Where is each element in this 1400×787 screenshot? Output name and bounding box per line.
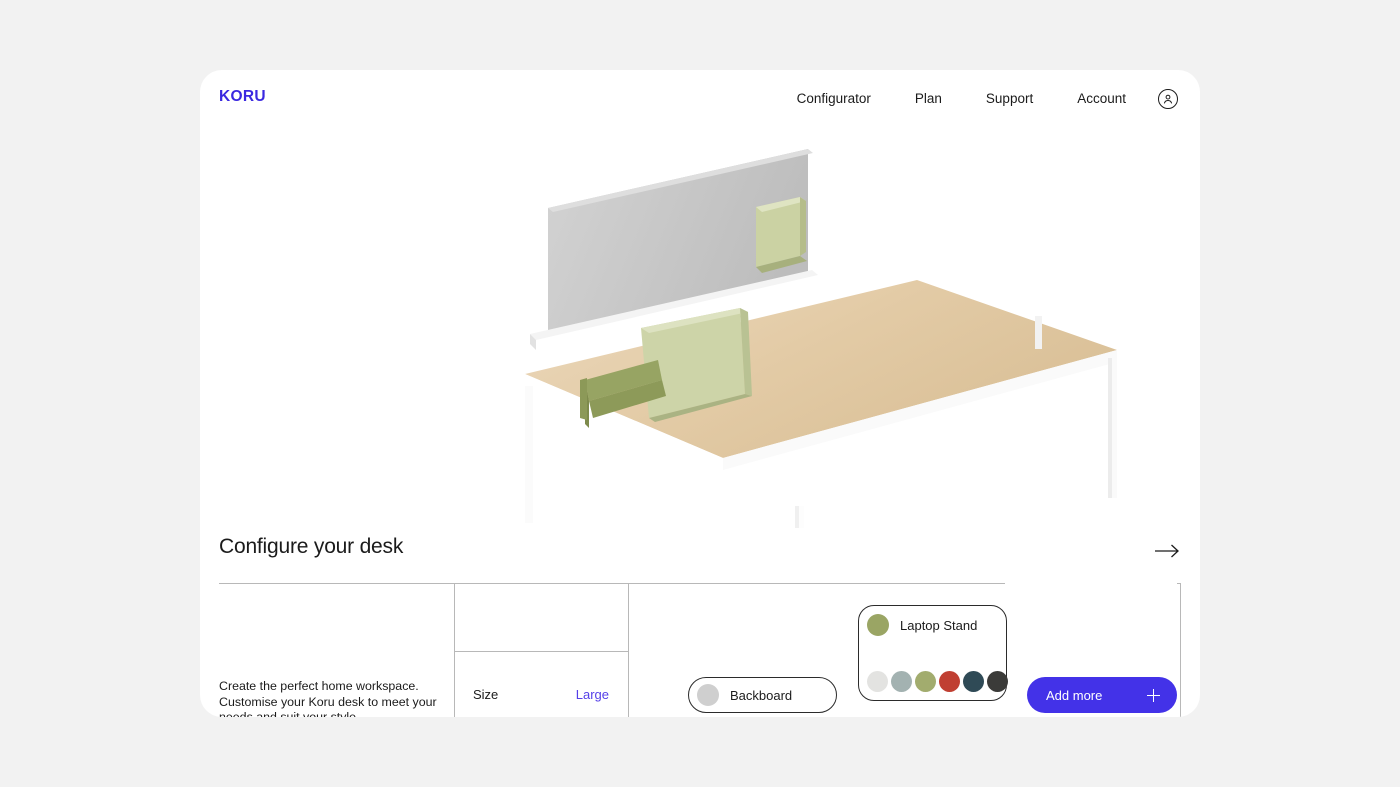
- app-header: KORU Configurator Plan Support Account: [200, 70, 1200, 128]
- nav-item-support[interactable]: Support: [964, 88, 1055, 110]
- accessory-color-dot: [867, 614, 889, 636]
- brand-logo[interactable]: KORU: [219, 88, 266, 106]
- accessory-card-header: Laptop Stand: [867, 614, 977, 636]
- swatch-grey-blue[interactable]: [891, 671, 912, 692]
- swatch-red[interactable]: [939, 671, 960, 692]
- product-preview: [200, 128, 1200, 528]
- spec-value-size: Large: [575, 686, 609, 702]
- divider-horizontal-left: [219, 583, 1005, 584]
- desk-render-illustration: [525, 149, 1117, 528]
- accessory-color-dot: [697, 684, 719, 706]
- accessory-label: Backboard: [730, 687, 793, 703]
- user-circle-icon[interactable]: [1158, 89, 1178, 109]
- spec-label-size: Size: [473, 686, 499, 702]
- swatch-off-white[interactable]: [867, 671, 888, 692]
- configurator-card: KORU Configurator Plan Support Account C…: [200, 70, 1200, 717]
- swatch-dark-teal[interactable]: [963, 671, 984, 692]
- color-swatch-row: [867, 671, 1008, 692]
- add-more-button[interactable]: Add more: [1027, 677, 1177, 713]
- title-row: Configure your desk: [200, 525, 1200, 583]
- accessory-card-laptop-stand[interactable]: Laptop Stand: [858, 605, 1008, 701]
- plus-icon: [1147, 688, 1160, 702]
- light-fixture: [756, 197, 807, 273]
- nav-item-account[interactable]: Account: [1055, 88, 1148, 110]
- divider-vertical-add-more: [1180, 584, 1181, 717]
- nav-item-configurator[interactable]: Configurator: [775, 88, 893, 110]
- accessory-label: Laptop Stand: [900, 617, 978, 633]
- arrow-right-icon[interactable]: [1154, 539, 1182, 563]
- page-title: Configure your desk: [219, 535, 404, 558]
- panel-description: Create the perfect home workspace. Custo…: [219, 679, 437, 717]
- configurator-panel: Create the perfect home workspace. Custo…: [200, 587, 1200, 717]
- swatch-charcoal[interactable]: [987, 671, 1008, 692]
- leg-shadow: [1108, 358, 1112, 498]
- spec-row-size[interactable]: Size Large: [455, 679, 629, 709]
- nav-item-plan[interactable]: Plan: [893, 88, 964, 110]
- add-more-label: Add more: [1046, 687, 1103, 703]
- accessory-chip-backboard[interactable]: Backboard: [688, 677, 837, 713]
- main-nav: Configurator Plan Support Account: [775, 88, 1182, 110]
- swatch-olive[interactable]: [915, 671, 936, 692]
